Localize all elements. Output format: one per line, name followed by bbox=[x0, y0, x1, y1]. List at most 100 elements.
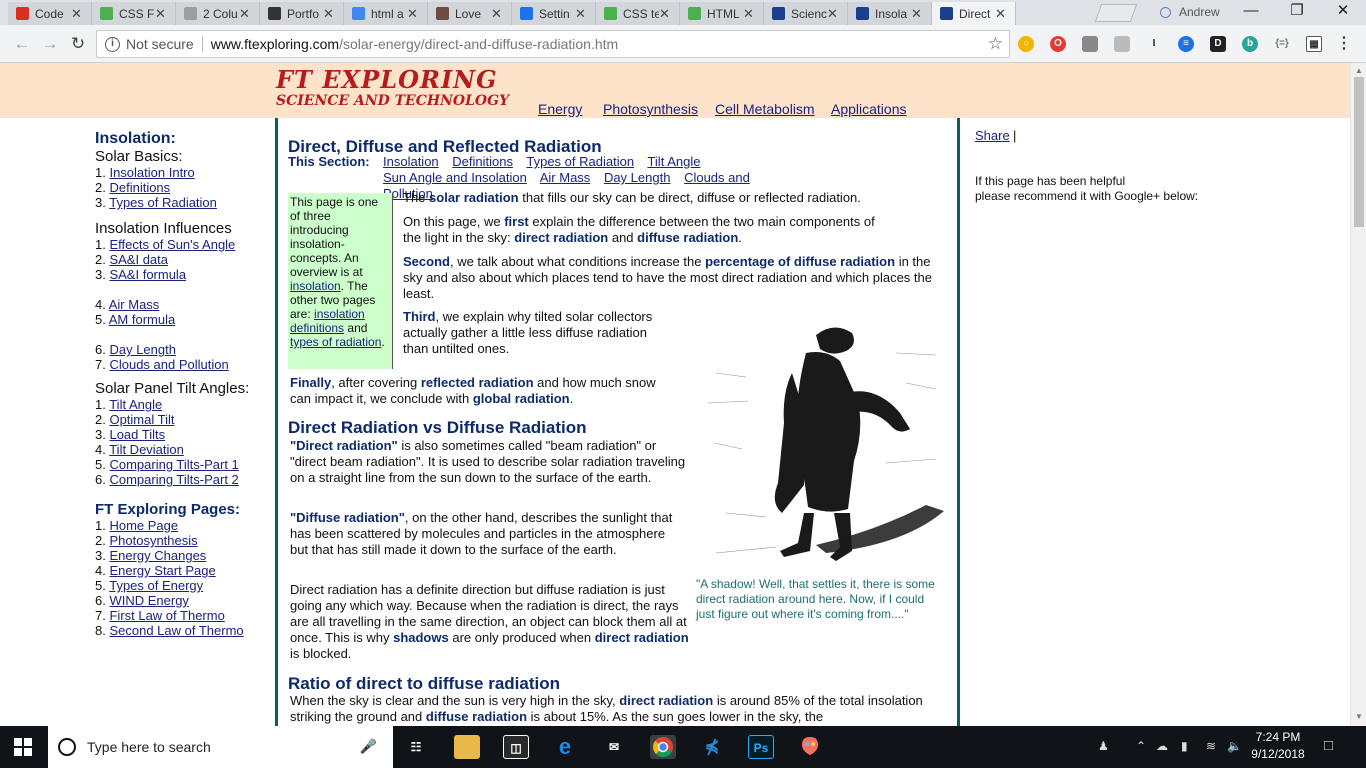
store-icon[interactable]: ◫ bbox=[503, 735, 529, 759]
browser-tab[interactable]: Settin ✕ bbox=[512, 2, 596, 25]
windows-start-icon[interactable] bbox=[14, 738, 32, 756]
minimize-icon[interactable]: — bbox=[1228, 0, 1274, 25]
note-link-types[interactable]: types of radiation bbox=[290, 335, 381, 349]
sidebar-link[interactable]: Air Mass bbox=[109, 297, 160, 312]
browser-tab[interactable]: HTML ✕ bbox=[680, 2, 764, 25]
people-icon[interactable]: ♟ bbox=[1098, 739, 1109, 753]
tab-close-icon[interactable]: ✕ bbox=[407, 6, 421, 22]
extension-icon-4[interactable] bbox=[1114, 36, 1130, 52]
extension-icon-1[interactable]: ○ bbox=[1018, 36, 1034, 52]
vscode-icon[interactable]: ⋠ bbox=[699, 735, 725, 759]
wifi-icon[interactable]: ≋ bbox=[1206, 739, 1216, 753]
site-logo-subtitle[interactable]: SCIENCE AND TECHNOLOGY bbox=[276, 93, 509, 109]
back-icon[interactable]: ← bbox=[10, 32, 34, 56]
extension-icon-3[interactable] bbox=[1082, 36, 1098, 52]
section-link-tilt[interactable]: Tilt Angle bbox=[647, 154, 700, 169]
tab-close-icon[interactable]: ✕ bbox=[491, 6, 505, 22]
battery-icon[interactable]: ▮ bbox=[1181, 739, 1188, 753]
section-link-day-length[interactable]: Day Length bbox=[604, 170, 671, 185]
sidebar-link[interactable]: Home Page bbox=[109, 518, 178, 533]
nav-cell-metabolism[interactable]: Cell Metabolism bbox=[715, 101, 815, 117]
address-bar[interactable]: i Not secure www.ftexploring.com/solar-e… bbox=[96, 30, 1010, 58]
nav-applications[interactable]: Applications bbox=[831, 101, 907, 117]
tab-close-icon[interactable]: ✕ bbox=[575, 6, 589, 22]
browser-tab[interactable]: Insola ✕ bbox=[848, 2, 932, 25]
tab-close-icon[interactable]: ✕ bbox=[659, 6, 673, 22]
tab-close-icon[interactable]: ✕ bbox=[827, 6, 841, 22]
section-link-sun-angle[interactable]: Sun Angle and Insolation bbox=[383, 170, 527, 185]
sidebar-link[interactable]: Effects of Sun's Angle bbox=[109, 237, 235, 252]
section-link-definitions[interactable]: Definitions bbox=[452, 154, 513, 169]
browser-tab[interactable]: html a ✕ bbox=[344, 2, 428, 25]
restore-icon[interactable]: ❐ bbox=[1274, 0, 1320, 25]
share-link[interactable]: Share bbox=[975, 128, 1010, 143]
json-extension-icon[interactable]: {=} bbox=[1274, 36, 1290, 52]
tab-close-icon[interactable]: ✕ bbox=[71, 6, 85, 22]
task-view-icon[interactable]: ☷ bbox=[403, 735, 429, 759]
browser-tab[interactable]: Code ✕ bbox=[8, 2, 92, 25]
tab-close-icon[interactable]: ✕ bbox=[911, 6, 925, 22]
tab-close-icon[interactable]: ✕ bbox=[155, 6, 169, 22]
forward-icon[interactable]: → bbox=[38, 32, 62, 56]
scroll-down-icon[interactable]: ▼ bbox=[1354, 712, 1364, 721]
file-explorer-icon[interactable] bbox=[454, 735, 480, 759]
browser-tab[interactable]: Portfo ✕ bbox=[260, 2, 344, 25]
extension-icon-10[interactable]: ▦ bbox=[1306, 36, 1322, 52]
profile-button[interactable]: Andrew bbox=[1160, 5, 1220, 19]
sidebar-link[interactable]: Definitions bbox=[109, 180, 170, 195]
sidebar-link[interactable]: Energy Changes bbox=[109, 548, 206, 563]
sidebar-link[interactable]: AM formula bbox=[109, 312, 175, 327]
section-link-types[interactable]: Types of Radiation bbox=[526, 154, 634, 169]
browser-tab[interactable]: Love ✕ bbox=[428, 2, 512, 25]
chrome-taskbar-icon[interactable] bbox=[650, 735, 676, 759]
sidebar-link[interactable]: Types of Radiation bbox=[109, 195, 217, 210]
browser-tab[interactable]: Direct ✕ bbox=[932, 2, 1016, 25]
sidebar-link[interactable]: Photosynthesis bbox=[109, 533, 197, 548]
microphone-icon[interactable]: 🎤 bbox=[360, 738, 377, 755]
sidebar-link[interactable]: Tilt Deviation bbox=[109, 442, 184, 457]
sidebar-link[interactable]: Comparing Tilts-Part 1 bbox=[109, 457, 238, 472]
nav-photosynthesis[interactable]: Photosynthesis bbox=[603, 101, 698, 117]
sidebar-link[interactable]: SA&I formula bbox=[109, 267, 186, 282]
sidebar-link[interactable]: SA&I data bbox=[109, 252, 168, 267]
nav-energy[interactable]: Energy bbox=[538, 101, 582, 117]
edge-icon[interactable]: e bbox=[552, 735, 578, 759]
browser-tab[interactable]: Scienc ✕ bbox=[764, 2, 848, 25]
reload-icon[interactable]: ↻ bbox=[66, 32, 90, 56]
system-clock[interactable]: 7:24 PM 9/12/2018 bbox=[1248, 729, 1308, 763]
sidebar-link[interactable]: Load Tilts bbox=[109, 427, 165, 442]
sidebar-link[interactable]: Types of Energy bbox=[109, 578, 203, 593]
browser-tab[interactable]: CSS te ✕ bbox=[596, 2, 680, 25]
menu-icon[interactable]: ⋮ bbox=[1336, 36, 1352, 52]
tab-close-icon[interactable]: ✕ bbox=[323, 6, 337, 22]
browser-tab[interactable]: 2 Colu ✕ bbox=[176, 2, 260, 25]
taskbar-search-box[interactable]: Type here to search 🎤 bbox=[48, 726, 393, 768]
tab-close-icon[interactable]: ✕ bbox=[995, 6, 1009, 22]
site-logo-title[interactable]: FT EXPLORING bbox=[276, 65, 498, 94]
tab-close-icon[interactable]: ✕ bbox=[743, 6, 757, 22]
new-tab-button[interactable] bbox=[1094, 4, 1138, 22]
bookmark-star-icon[interactable]: ☆ bbox=[988, 34, 1003, 54]
scroll-up-icon[interactable]: ▲ bbox=[1354, 66, 1364, 75]
extension-icon-7[interactable]: D bbox=[1210, 36, 1226, 52]
sidebar-link[interactable]: Tilt Angle bbox=[109, 397, 162, 412]
browser-tab[interactable]: CSS Fl ✕ bbox=[92, 2, 176, 25]
sidebar-link[interactable]: Optimal Tilt bbox=[109, 412, 174, 427]
section-link-insolation[interactable]: Insolation bbox=[383, 154, 439, 169]
page-scrollbar[interactable]: ▲ ▼ bbox=[1350, 63, 1366, 726]
sidebar-link[interactable]: WIND Energy bbox=[109, 593, 188, 608]
info-icon[interactable]: i bbox=[105, 36, 120, 52]
cursor-extension-icon[interactable]: I bbox=[1146, 36, 1162, 52]
onedrive-icon[interactable]: ☁ bbox=[1156, 739, 1168, 753]
extension-icon-6[interactable]: ≡ bbox=[1178, 36, 1194, 52]
extension-icon-8[interactable]: b bbox=[1242, 36, 1258, 52]
tab-close-icon[interactable]: ✕ bbox=[239, 6, 253, 22]
paint-app-icon[interactable] bbox=[797, 735, 823, 759]
opera-extension-icon[interactable]: O bbox=[1050, 36, 1066, 52]
sidebar-link[interactable]: Insolation Intro bbox=[109, 165, 194, 180]
notifications-icon[interactable]: □ bbox=[1324, 737, 1333, 754]
mail-icon[interactable]: ✉ bbox=[601, 735, 627, 759]
sidebar-link[interactable]: Clouds and Pollution bbox=[109, 357, 228, 372]
scrollbar-thumb[interactable] bbox=[1354, 77, 1364, 227]
window-close-icon[interactable]: ✕ bbox=[1320, 0, 1366, 25]
